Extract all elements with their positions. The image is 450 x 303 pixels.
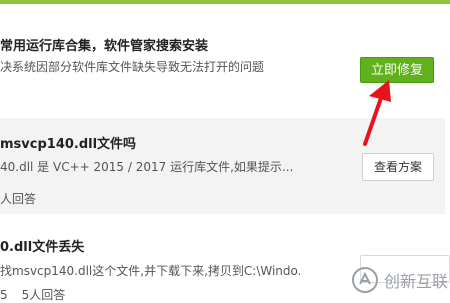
result-description: 40.dll 是 VC++ 2015 / 2017 运行库文件,如果提示... [0,160,294,174]
result-meta: 5 5人回答 [0,286,65,303]
view-solution-button[interactable]: 查看方案 [362,153,434,181]
result-title[interactable]: 0.dll文件丢失 [0,236,84,255]
result-description: 找msvcp140.dll这个文件,并下载下来,拷贝到C:\Windo... [0,264,300,278]
result-title[interactable]: msvcp140.dll文件吗 [0,133,136,152]
watermark-text: 创新互联 [384,272,449,291]
result-title[interactable]: 常用运行库合集，软件管家搜索安装 [0,35,208,54]
result-description: 决系统因部分软件库文件缺失导致无法打开的问题 [0,60,265,74]
red-arrow-icon [363,80,391,146]
brand-logo-icon [352,267,378,293]
answer-count: 人回答 [0,192,37,206]
top-accent-line [0,0,450,4]
watermark: 创新互联 [352,265,448,295]
